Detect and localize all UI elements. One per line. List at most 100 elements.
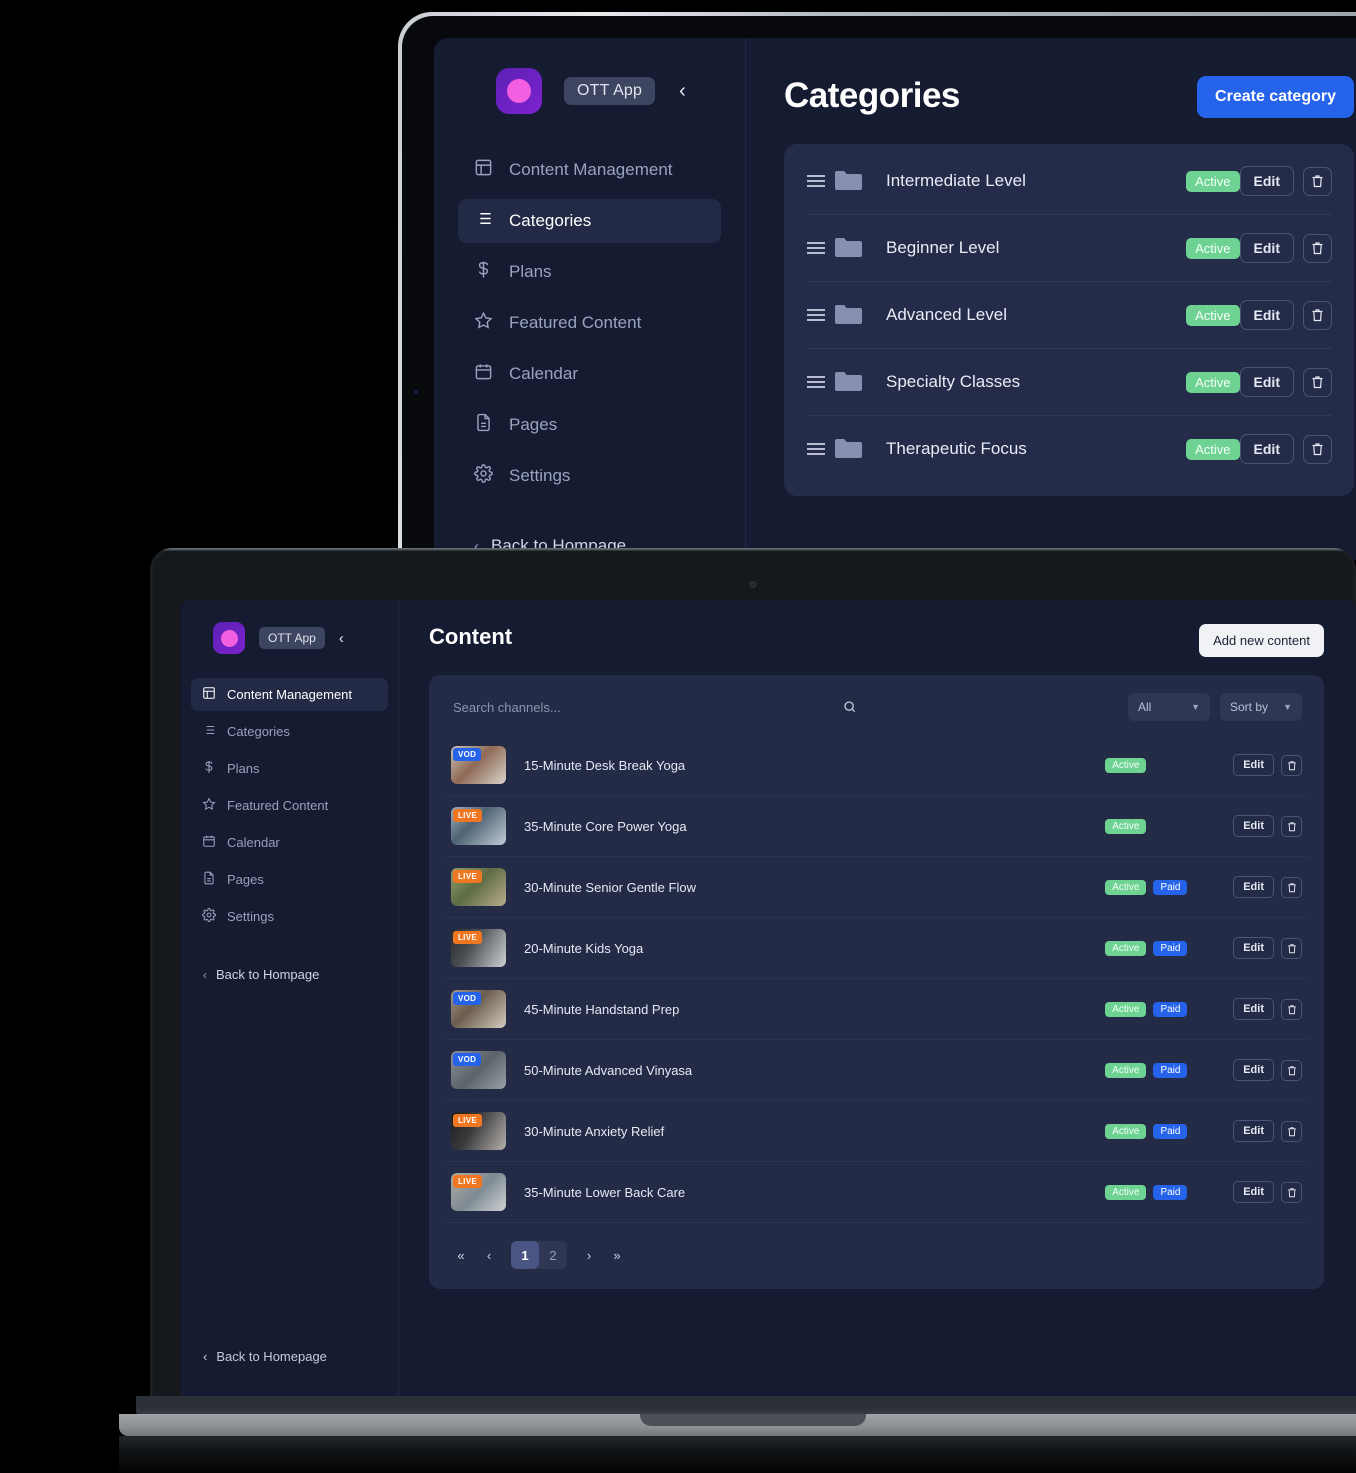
delete-button[interactable] xyxy=(1303,167,1332,196)
table-row[interactable]: LIVE 30-Minute Senior Gentle Flow Active… xyxy=(445,857,1308,918)
row-actions: Edit xyxy=(1240,300,1332,330)
create-category-button[interactable]: Create category xyxy=(1197,76,1354,118)
pagination-page-2[interactable]: 2 xyxy=(539,1241,567,1269)
content-thumbnail: VOD xyxy=(451,990,506,1028)
pagination-first[interactable]: « xyxy=(449,1242,473,1268)
sidebar-item-categories[interactable]: Categories xyxy=(458,199,721,243)
sidebar-item-label: Calendar xyxy=(509,364,578,384)
sidebar-item-label: Settings xyxy=(509,466,570,486)
delete-button[interactable] xyxy=(1303,368,1332,397)
content-type-badge: VOD xyxy=(453,1053,481,1066)
sidebar-item-settings[interactable]: Settings xyxy=(458,454,721,498)
edit-button[interactable]: Edit xyxy=(1233,1059,1274,1081)
edit-button[interactable]: Edit xyxy=(1240,434,1294,464)
table-row[interactable]: Therapeutic Focus Active Edit xyxy=(806,416,1332,482)
category-name: Specialty Classes xyxy=(886,372,1186,392)
delete-button[interactable] xyxy=(1281,999,1302,1020)
pagination-next[interactable]: › xyxy=(577,1242,601,1268)
delete-button[interactable] xyxy=(1303,301,1332,330)
sidebar-item-label: Content Management xyxy=(227,687,352,702)
sidebar-item-content-management[interactable]: Content Management xyxy=(191,678,388,711)
dollar-icon xyxy=(474,260,493,284)
app-name-pill: OTT App xyxy=(259,627,325,649)
sidebar-collapse-icon[interactable]: ‹ xyxy=(339,631,344,646)
back-to-homepage-link[interactable]: ‹ Back to Hompage xyxy=(203,967,398,982)
delete-button[interactable] xyxy=(1281,1182,1302,1203)
sidebar-item-plans[interactable]: Plans xyxy=(458,250,721,294)
drag-handle-icon[interactable] xyxy=(806,441,834,457)
pagination-last[interactable]: » xyxy=(605,1242,629,1268)
row-actions: Edit xyxy=(1233,1181,1302,1203)
drag-handle-icon[interactable] xyxy=(806,173,834,189)
sidebar-item-featured-content[interactable]: Featured Content xyxy=(458,301,721,345)
sidebar-item-calendar[interactable]: Calendar xyxy=(458,352,721,396)
table-row[interactable]: LIVE 30-Minute Anxiety Relief Active Pai… xyxy=(445,1101,1308,1162)
pagination-page-1[interactable]: 1 xyxy=(511,1241,539,1269)
edit-button[interactable]: Edit xyxy=(1233,876,1274,898)
sidebar-item-label: Featured Content xyxy=(509,313,641,333)
category-name: Intermediate Level xyxy=(886,171,1186,191)
edit-button[interactable]: Edit xyxy=(1233,815,1274,837)
sidebar-item-settings[interactable]: Settings xyxy=(191,900,388,933)
table-row[interactable]: Intermediate Level Active Edit xyxy=(806,148,1332,215)
drag-handle-icon[interactable] xyxy=(806,374,834,390)
sidebar-item-content-management[interactable]: Content Management xyxy=(458,148,721,192)
sidebar-item-categories[interactable]: Categories xyxy=(191,715,388,748)
back-to-homepage-link-bottom[interactable]: ‹ Back to Homepage xyxy=(181,1349,398,1398)
content-badges: Active Paid xyxy=(1105,1185,1233,1200)
delete-button[interactable] xyxy=(1303,435,1332,464)
table-row[interactable]: LIVE 35-Minute Core Power Yoga Active Ed… xyxy=(445,796,1308,857)
content-toolbar: All ▼ Sort by ▼ xyxy=(445,675,1308,735)
edit-button[interactable]: Edit xyxy=(1240,166,1294,196)
table-row[interactable]: VOD 15-Minute Desk Break Yoga Active Edi… xyxy=(445,735,1308,796)
list-icon xyxy=(474,209,493,233)
delete-button[interactable] xyxy=(1303,234,1332,263)
table-row[interactable]: Specialty Classes Active Edit xyxy=(806,349,1332,416)
delete-button[interactable] xyxy=(1281,755,1302,776)
content-badges: Active xyxy=(1105,819,1233,834)
search-icon[interactable] xyxy=(843,700,857,714)
delete-button[interactable] xyxy=(1281,877,1302,898)
table-row[interactable]: LIVE 20-Minute Kids Yoga Active Paid Edi… xyxy=(445,918,1308,979)
drag-handle-icon[interactable] xyxy=(806,240,834,256)
row-actions: Edit xyxy=(1233,1120,1302,1142)
row-actions: Edit xyxy=(1233,876,1302,898)
sort-by-select[interactable]: Sort by ▼ xyxy=(1220,693,1302,721)
edit-button[interactable]: Edit xyxy=(1240,367,1294,397)
sidebar-item-featured-content[interactable]: Featured Content xyxy=(191,789,388,822)
table-row[interactable]: LIVE 35-Minute Lower Back Care Active Pa… xyxy=(445,1162,1308,1223)
row-actions: Edit xyxy=(1233,754,1302,776)
edit-button[interactable]: Edit xyxy=(1240,233,1294,263)
delete-button[interactable] xyxy=(1281,938,1302,959)
delete-button[interactable] xyxy=(1281,816,1302,837)
table-row[interactable]: VOD 50-Minute Advanced Vinyasa Active Pa… xyxy=(445,1040,1308,1101)
edit-button[interactable]: Edit xyxy=(1233,937,1274,959)
add-new-content-button[interactable]: Add new content xyxy=(1199,624,1324,657)
edit-button[interactable]: Edit xyxy=(1233,754,1274,776)
delete-button[interactable] xyxy=(1281,1121,1302,1142)
drag-handle-icon[interactable] xyxy=(806,307,834,323)
table-row[interactable]: Beginner Level Active Edit xyxy=(806,215,1332,282)
delete-button[interactable] xyxy=(1281,1060,1302,1081)
search-wrapper xyxy=(453,696,1118,719)
edit-button[interactable]: Edit xyxy=(1233,1120,1274,1142)
gear-icon xyxy=(202,908,216,925)
category-name: Therapeutic Focus xyxy=(886,439,1186,459)
paid-badge: Paid xyxy=(1153,1063,1187,1078)
sidebar-item-pages[interactable]: Pages xyxy=(191,863,388,896)
filter-all-select[interactable]: All ▼ xyxy=(1128,693,1210,721)
sidebar-item-plans[interactable]: Plans xyxy=(191,752,388,785)
edit-button[interactable]: Edit xyxy=(1233,1181,1274,1203)
pagination-prev[interactable]: ‹ xyxy=(477,1242,501,1268)
table-row[interactable]: Advanced Level Active Edit xyxy=(806,282,1332,349)
folder-icon xyxy=(834,303,886,327)
edit-button[interactable]: Edit xyxy=(1233,998,1274,1020)
sidebar-collapse-icon[interactable]: ‹ xyxy=(679,81,686,101)
paid-badge: Paid xyxy=(1153,1124,1187,1139)
edit-button[interactable]: Edit xyxy=(1240,300,1294,330)
sidebar-item-pages[interactable]: Pages xyxy=(458,403,721,447)
sidebar-item-calendar[interactable]: Calendar xyxy=(191,826,388,859)
table-row[interactable]: VOD 45-Minute Handstand Prep Active Paid… xyxy=(445,979,1308,1040)
chevron-down-icon: ▼ xyxy=(1191,702,1200,712)
search-input[interactable] xyxy=(453,696,843,719)
